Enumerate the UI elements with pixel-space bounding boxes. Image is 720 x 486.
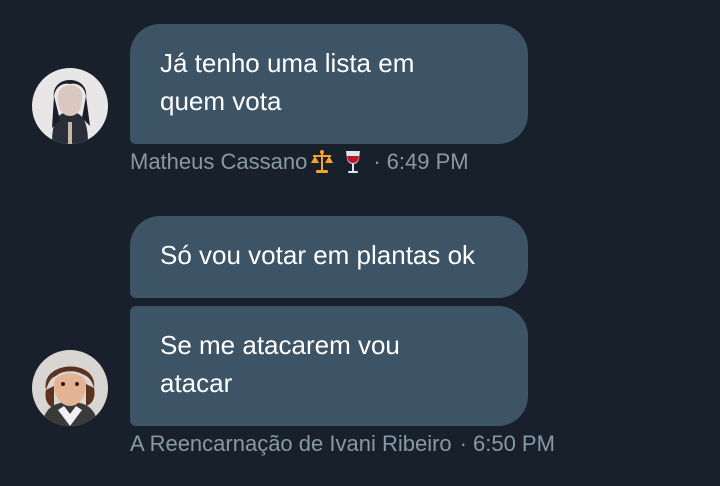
avatar-matheus-cassano[interactable] <box>32 68 108 144</box>
message-meta: Matheus Cassano · 6:49 PM <box>130 149 469 175</box>
message-text: Se me atacarem vou atacar <box>160 330 400 398</box>
message-timestamp: 6:50 PM <box>472 431 555 456</box>
message-bubble[interactable]: Só vou votar em plantas ok <box>130 216 528 298</box>
message-timestamp: 6:49 PM <box>386 149 469 174</box>
meta-separator: · <box>459 431 467 456</box>
dm-conversation: Já tenho uma lista em quem vota Matheus … <box>0 0 720 486</box>
scales-emoji <box>309 149 334 175</box>
avatar-image <box>32 68 108 144</box>
message-bubble[interactable]: Se me atacarem vou atacar <box>130 306 528 426</box>
message-meta: A Reencarnação de Ivani Ribeiro · 6:50 P… <box>130 431 555 457</box>
message-text: Só vou votar em plantas ok <box>160 240 476 270</box>
message-bubble[interactable]: Já tenho uma lista em quem vota <box>130 24 528 144</box>
message-text: Já tenho uma lista em quem vota <box>160 48 415 116</box>
avatar-image <box>32 350 108 426</box>
wine-glass-emoji <box>341 149 365 175</box>
meta-separator: · <box>373 149 381 174</box>
avatar-ivani-ribeiro[interactable] <box>32 350 108 426</box>
sender-name[interactable]: A Reencarnação de Ivani Ribeiro <box>130 431 452 457</box>
sender-name[interactable]: Matheus Cassano <box>130 149 307 175</box>
